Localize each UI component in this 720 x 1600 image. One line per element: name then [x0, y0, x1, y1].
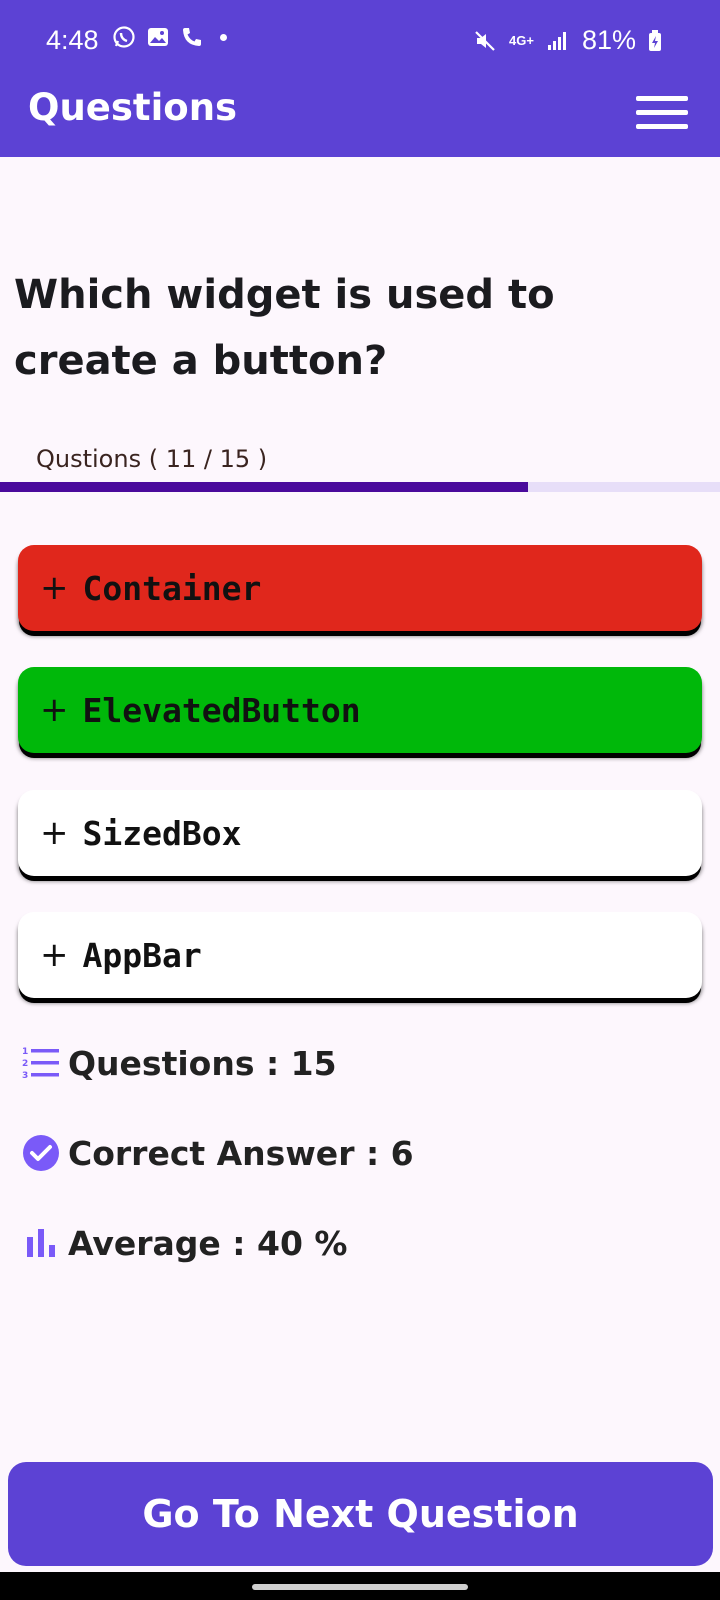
whatsapp-icon	[113, 26, 135, 48]
status-left-icons	[112, 24, 227, 50]
plus-icon: +	[40, 568, 69, 608]
mute-icon	[475, 30, 495, 51]
home-gesture-handle[interactable]	[252, 1584, 468, 1590]
option-label: Container	[82, 568, 262, 608]
option-elevatedbutton[interactable]: + ElevatedButton	[18, 667, 702, 753]
system-nav-bar	[0, 1572, 720, 1600]
status-time: 4:48	[46, 25, 99, 55]
go-to-next-question-button[interactable]: Go To Next Question	[8, 1462, 713, 1566]
status-bar: 4:48 4G+ 81%	[0, 0, 720, 82]
stat-questions: 1 2 3 Questions : 15	[20, 1042, 337, 1084]
stat-questions-label: Questions : 15	[68, 1043, 337, 1083]
battery-charging-icon	[649, 29, 661, 51]
progress-label: Qustions ( 11 / 15 )	[36, 445, 268, 473]
option-label: ElevatedButton	[82, 690, 361, 730]
status-right-icons: 4G+ 81%	[473, 25, 662, 56]
stat-average: Average : 40 %	[20, 1222, 347, 1264]
notification-dot	[220, 33, 227, 41]
option-appbar[interactable]: + AppBar	[18, 912, 702, 998]
progress-bar	[0, 482, 720, 492]
option-label: AppBar	[82, 935, 202, 975]
plus-icon: +	[40, 813, 69, 853]
question-text: Which widget is used to create a button?	[14, 272, 555, 384]
check-circle-icon	[20, 1132, 62, 1174]
battery-percent: 81%	[581, 25, 636, 55]
option-sizedbox[interactable]: + SizedBox	[18, 790, 702, 876]
bar-chart-icon	[20, 1222, 62, 1264]
network-type: 4G+	[509, 33, 534, 48]
app-bar: Questions	[0, 82, 720, 157]
hamburger-menu-icon[interactable]	[636, 90, 688, 130]
app-bar-title: Questions	[28, 86, 238, 129]
phone-icon	[183, 28, 201, 46]
numbered-list-icon: 1 2 3	[20, 1042, 62, 1084]
gallery-icon	[148, 28, 168, 46]
plus-icon: +	[40, 690, 69, 730]
option-container[interactable]: + Container	[18, 545, 702, 631]
progress-bar-fill	[0, 482, 528, 492]
stat-average-label: Average : 40 %	[68, 1223, 348, 1263]
stat-correct: Correct Answer : 6	[20, 1132, 414, 1174]
next-button-label: Go To Next Question	[142, 1492, 579, 1536]
signal-icon	[547, 31, 566, 50]
stat-correct-label: Correct Answer : 6	[68, 1133, 414, 1173]
svg-text:3: 3	[22, 1071, 28, 1081]
svg-text:2: 2	[22, 1059, 28, 1069]
option-label: SizedBox	[82, 813, 242, 853]
svg-text:1: 1	[22, 1047, 28, 1057]
plus-icon: +	[40, 935, 69, 975]
